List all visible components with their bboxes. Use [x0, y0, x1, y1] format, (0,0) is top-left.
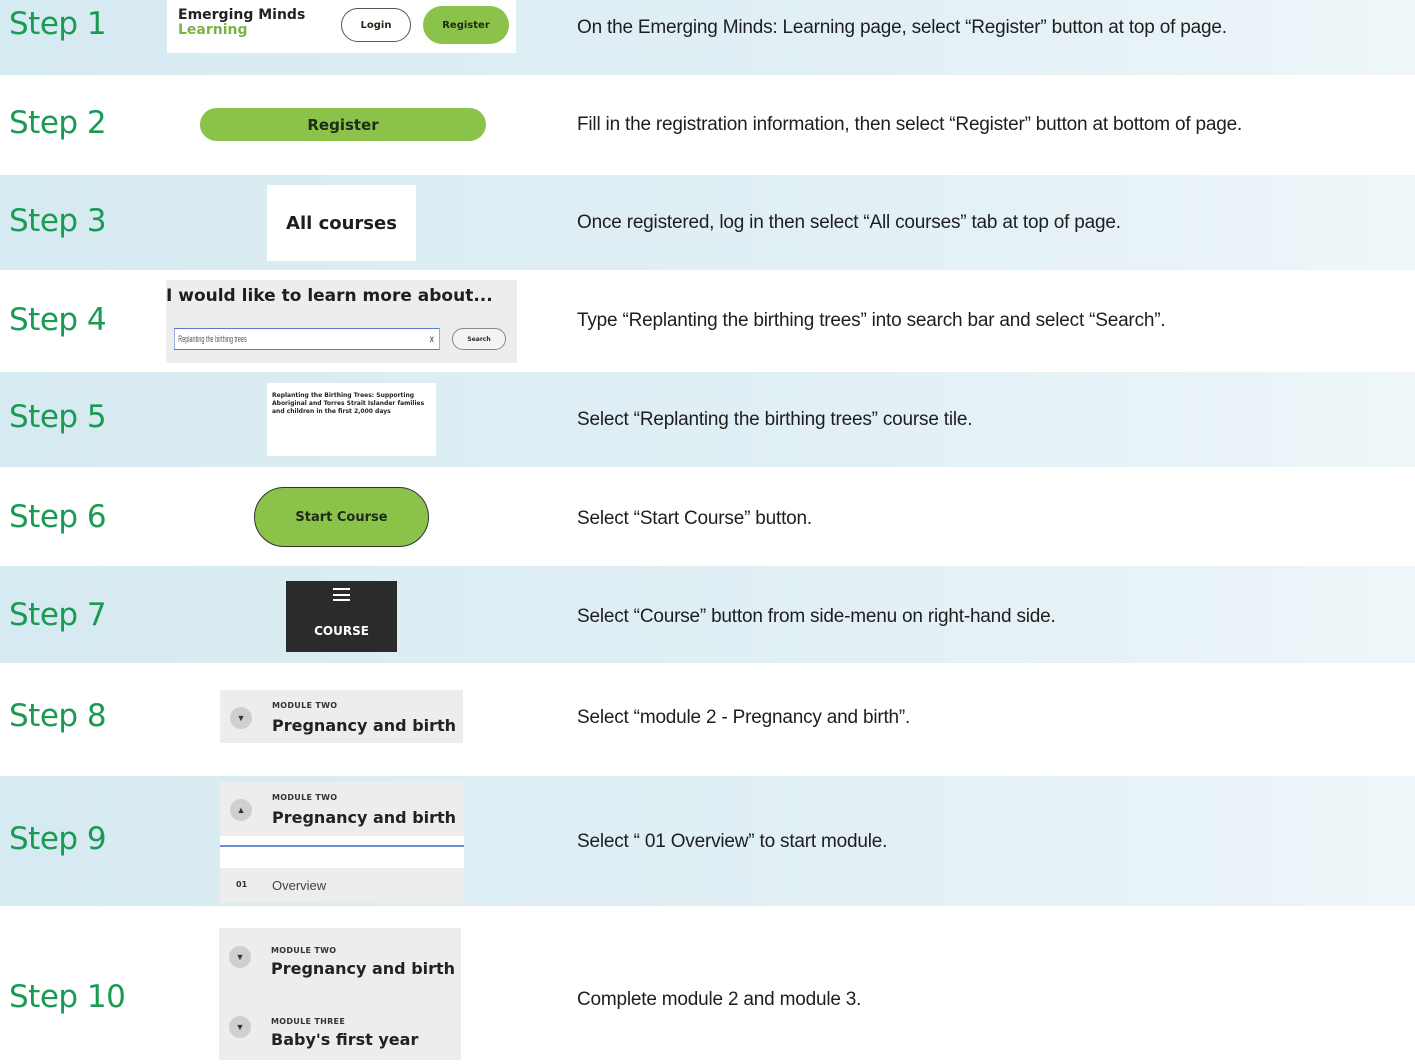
chevron-up-icon: ▲ — [230, 799, 252, 821]
course-menu-button[interactable]: COURSE — [286, 581, 397, 652]
module-title: Pregnancy and birth — [272, 716, 457, 735]
search-query-text: Replanting the birthing trees — [178, 334, 247, 344]
module-title: Pregnancy and birth — [272, 808, 457, 827]
module-three-row[interactable]: ▼ MODULE THREE Baby's first year — [219, 994, 461, 1056]
step-label-2: Step 2 — [9, 105, 107, 141]
screenshot-header: Emerging Minds Learning Login Register — [167, 0, 516, 53]
module-number: MODULE TWO — [272, 701, 338, 710]
chevron-down-icon: ▼ — [229, 1016, 251, 1038]
step-desc-1: On the Emerging Minds: Learning page, se… — [577, 17, 1227, 38]
search-button[interactable]: Search — [452, 328, 506, 350]
module-number: MODULE TWO — [272, 793, 338, 802]
module-two-expanded: ▲ MODULE TWO Pregnancy and birth 01 Over… — [220, 782, 464, 903]
step-desc-4: Type “Replanting the birthing trees” int… — [577, 310, 1166, 331]
step-label-4: Step 4 — [9, 302, 107, 338]
all-courses-tab[interactable]: All courses — [267, 185, 416, 261]
step-desc-5: Select “Replanting the birthing trees” c… — [577, 409, 973, 430]
step-desc-2: Fill in the registration information, th… — [577, 114, 1243, 135]
module-list: ▼ MODULE TWO Pregnancy and birth ▼ MODUL… — [219, 928, 461, 1060]
module-number: MODULE THREE — [271, 1017, 346, 1026]
step-desc-6: Select “Start Course” button. — [577, 508, 812, 529]
brand-name: Emerging Minds — [178, 7, 306, 23]
start-course-button[interactable]: Start Course — [254, 487, 429, 547]
overview-number: 01 — [236, 880, 248, 889]
register-button[interactable]: Register — [423, 6, 509, 44]
step-desc-9: Select “ 01 Overview” to start module. — [577, 831, 888, 852]
module-number: MODULE TWO — [271, 946, 337, 955]
course-menu-label: COURSE — [314, 624, 369, 638]
step-label-3: Step 3 — [9, 203, 107, 239]
step-label-8: Step 8 — [9, 698, 107, 734]
chevron-down-icon: ▼ — [230, 707, 252, 729]
module-title: Baby's first year — [271, 1030, 419, 1049]
module-header[interactable]: ▲ MODULE TWO Pregnancy and birth — [220, 782, 464, 836]
module-two-collapsed[interactable]: ▼ MODULE TWO Pregnancy and birth — [220, 690, 463, 743]
search-input[interactable]: Replanting the birthing trees × — [174, 328, 440, 350]
module-title: Pregnancy and birth — [271, 959, 456, 978]
chevron-down-icon: ▼ — [229, 946, 251, 968]
step-desc-8: Select “module 2 - Pregnancy and birth”. — [577, 707, 911, 728]
all-courses-label: All courses — [286, 212, 397, 234]
step-label-5: Step 5 — [9, 399, 107, 435]
clear-icon[interactable]: × — [429, 331, 434, 347]
module-two-row[interactable]: ▼ MODULE TWO Pregnancy and birth — [219, 928, 461, 990]
brand-subtitle: Learning — [178, 22, 248, 38]
login-button[interactable]: Login — [341, 8, 411, 42]
brand-logo: Emerging Minds Learning — [178, 8, 305, 38]
step-label-10: Step 10 — [9, 979, 126, 1015]
hamburger-icon — [333, 588, 350, 601]
overview-item[interactable]: 01 Overview — [220, 868, 464, 903]
register-submit-button[interactable]: Register — [200, 108, 486, 141]
search-heading: I would like to learn more about... — [166, 286, 493, 306]
step-label-6: Step 6 — [9, 499, 107, 535]
overview-label: Overview — [272, 878, 327, 893]
course-tile-text: Replanting the Birthing Trees: Supportin… — [272, 392, 425, 415]
step-desc-10: Complete module 2 and module 3. — [577, 989, 862, 1010]
course-tile[interactable]: Replanting the Birthing Trees: Supportin… — [267, 383, 436, 456]
search-panel: I would like to learn more about... Repl… — [166, 280, 517, 363]
step-desc-7: Select “Course” button from side-menu on… — [577, 606, 1056, 627]
step-label-9: Step 9 — [9, 821, 107, 857]
step-desc-3: Once registered, log in then select “All… — [577, 212, 1121, 233]
step-label-7: Step 7 — [9, 597, 107, 633]
step-label-1: Step 1 — [9, 6, 107, 42]
module-divider — [220, 845, 464, 847]
